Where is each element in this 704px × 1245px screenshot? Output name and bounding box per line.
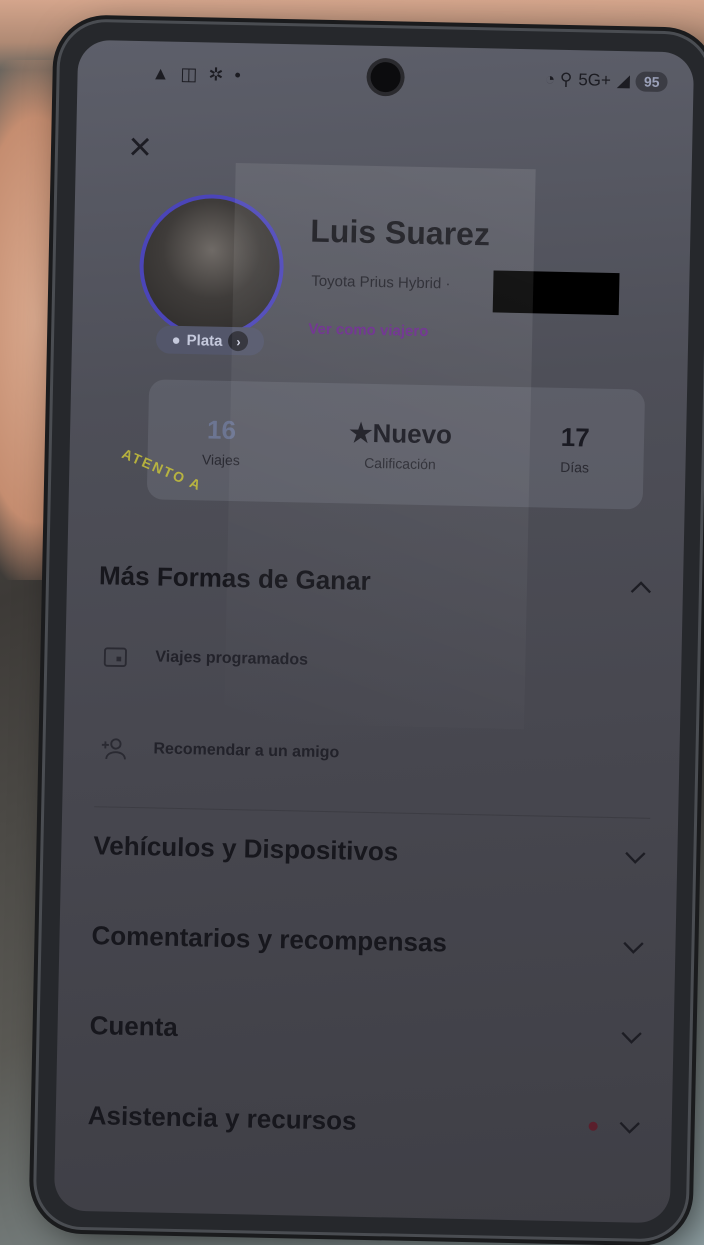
chevron-down-icon — [619, 1121, 640, 1134]
chevron-down-icon — [621, 1031, 642, 1044]
tier-icon: ● — [171, 331, 181, 349]
stat-value: ★Nuevo — [348, 416, 453, 450]
stat-label: Días — [560, 458, 590, 475]
avatar[interactable] — [138, 193, 286, 341]
section-title: Cuenta — [89, 1010, 179, 1042]
section-more-ways[interactable]: Más Formas de Ganar — [99, 560, 656, 603]
stat-label: Viajes — [201, 450, 240, 468]
profile-name: Luis Suarez — [309, 212, 491, 253]
phone-screen: ▲ ◫ ✲ • ◔ ⚲ 5G+ ◢ 95 × ● Plata › Luis Su… — [53, 39, 695, 1224]
network-label: 5G+ — [578, 70, 612, 90]
divider — [94, 806, 651, 819]
bars-icon: ◢ — [616, 70, 631, 91]
chevron-down-icon — [623, 941, 644, 954]
chevron-up-icon — [630, 580, 652, 593]
list-item-refer-friend[interactable]: Recomendar a un amigo — [99, 734, 639, 773]
chevron-right-icon: › — [228, 330, 249, 352]
stat-value: 16 — [206, 413, 237, 445]
status-icons: ▲ ◫ ✲ • — [151, 63, 245, 86]
list-item-label: Recomendar a un amigo — [153, 740, 340, 762]
status-bar: ▲ ◫ ✲ • ◔ ⚲ 5G+ ◢ 95 — [77, 46, 694, 109]
battery-icon: 95 — [635, 71, 668, 93]
status-right: ◔ ⚲ 5G+ ◢ 95 — [544, 69, 668, 93]
stat-label: Calificación — [364, 454, 436, 472]
close-button[interactable]: × — [122, 125, 159, 169]
stats-card: 16 Viajes ★Nuevo Calificación 17 Días — [146, 379, 646, 510]
redacted-plate — [492, 270, 620, 316]
tier-badge[interactable]: ● Plata › — [155, 325, 265, 356]
list-item-label: Viajes programados — [155, 648, 309, 669]
phone-frame: ▲ ◫ ✲ • ◔ ⚲ 5G+ ◢ 95 × ● Plata › Luis Su… — [35, 21, 704, 1240]
section-support[interactable]: Asistencia y recursos — [87, 1100, 644, 1143]
stat-trips: 16 Viajes — [202, 414, 241, 468]
section-title: Comentarios y recompensas — [91, 920, 448, 958]
section-account[interactable]: Cuenta — [89, 1010, 646, 1053]
stat-days: 17 Días — [560, 421, 590, 475]
notification-dot — [588, 1121, 598, 1131]
stat-rating: ★Nuevo Calificación — [348, 417, 452, 472]
stat-value: 17 — [560, 421, 590, 452]
tier-label: Plata — [186, 331, 223, 350]
section-title: Vehículos y Dispositivos — [93, 830, 399, 867]
section-title: Asistencia y recursos — [87, 1100, 357, 1136]
vehicle-label: Toyota Prius Hybrid · — [311, 272, 451, 293]
close-icon: × — [127, 124, 153, 170]
section-vehicles[interactable]: Vehículos y Dispositivos — [93, 830, 650, 873]
signal-icon: ◔ ⚲ — [544, 69, 573, 90]
support-right-group — [588, 1112, 644, 1141]
section-title: Más Formas de Ganar — [98, 560, 372, 596]
section-feedback[interactable]: Comentarios y recompensas — [91, 920, 648, 963]
view-as-rider-link[interactable]: Ver como viajero — [308, 321, 428, 341]
calendar-icon — [103, 647, 127, 668]
add-user-icon — [101, 738, 126, 760]
list-item-scheduled-trips[interactable]: Viajes programados — [101, 642, 641, 681]
chevron-down-icon — [625, 851, 646, 864]
front-camera — [370, 61, 401, 93]
